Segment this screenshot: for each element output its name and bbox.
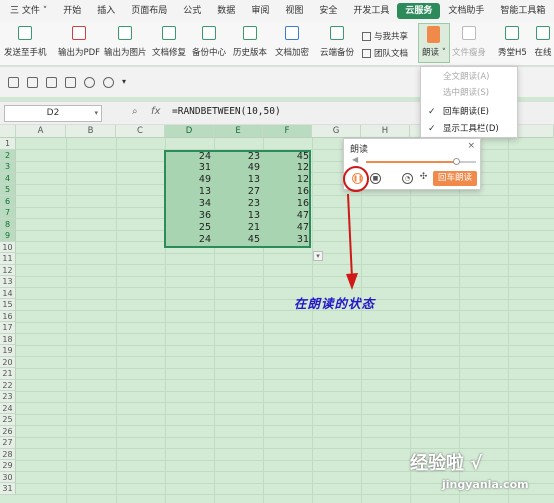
annotation-arrow <box>346 193 358 290</box>
watermark-logo: 经验啦 √ <box>410 453 483 474</box>
watermark-url: jingyanla.com <box>442 478 529 491</box>
annotation-text: 在朗读的状态 <box>294 296 376 311</box>
